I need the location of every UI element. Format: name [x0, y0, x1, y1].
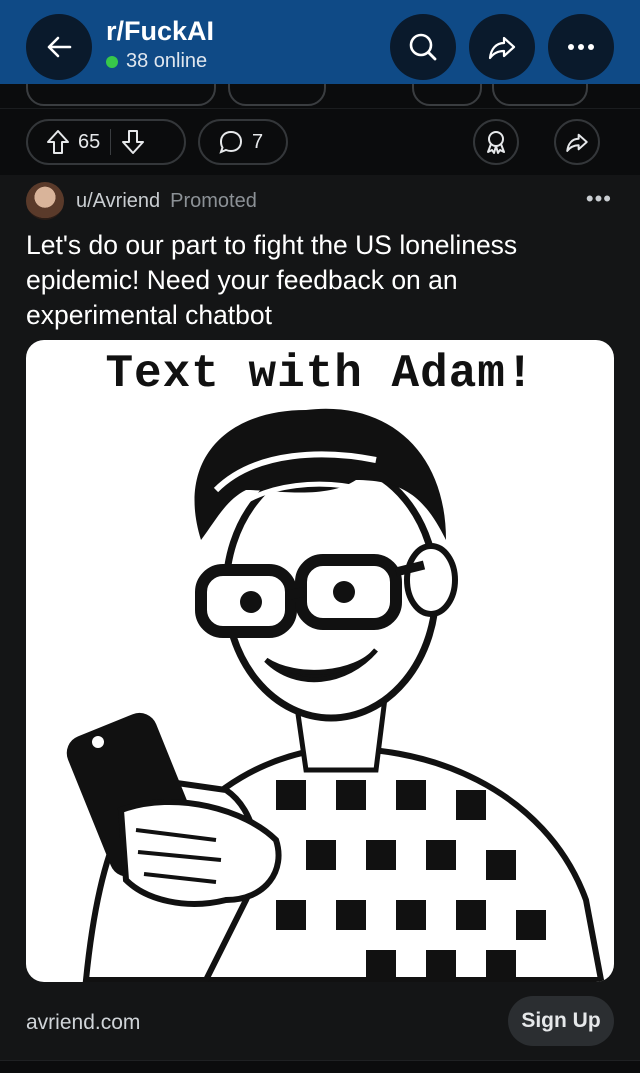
post-more-button[interactable]: •••	[586, 186, 612, 212]
comment-count: 7	[252, 130, 264, 153]
search-button[interactable]	[390, 14, 456, 80]
online-text: 38 online	[126, 50, 208, 72]
vote-pill: 65	[26, 119, 186, 165]
ghost-pill	[492, 84, 588, 106]
downvote-icon[interactable]	[121, 129, 145, 155]
username[interactable]: u/Avriend	[76, 190, 160, 213]
sign-up-button[interactable]: Sign Up	[508, 996, 614, 1046]
ghost-pill	[412, 84, 482, 106]
back-button[interactable]	[26, 14, 92, 80]
post-author-row: u/Avriend Promoted	[26, 182, 257, 220]
comment-icon	[219, 130, 243, 154]
share-icon	[488, 36, 516, 60]
top-bar	[0, 0, 640, 84]
upvote-count: 65	[78, 130, 101, 153]
more-icon	[568, 44, 594, 50]
post-action-bar: 65 7	[0, 108, 640, 176]
header-share-button[interactable]	[469, 14, 535, 80]
back-arrow-icon	[47, 36, 72, 58]
post-title[interactable]: Let's do our part to fight the US loneli…	[26, 228, 616, 333]
avatar[interactable]	[26, 182, 64, 220]
ghost-pill	[228, 84, 326, 106]
share-button[interactable]	[554, 119, 600, 165]
vote-divider	[110, 129, 112, 155]
post-image[interactable]: Text with Adam!	[26, 340, 614, 982]
online-dot	[106, 55, 118, 68]
comments-button[interactable]: 7	[198, 119, 288, 165]
upvote-icon[interactable]	[46, 129, 70, 155]
award-button[interactable]	[473, 119, 519, 165]
illustration-man-with-phone	[66, 408, 605, 982]
search-icon	[409, 33, 437, 61]
next-post-edge	[0, 1060, 640, 1073]
subreddit-title[interactable]: r/FuckAI	[106, 16, 214, 47]
ghost-pill	[26, 84, 216, 106]
award-icon	[487, 131, 505, 154]
share-icon	[566, 133, 588, 152]
online-count: 38 online	[106, 50, 207, 73]
promoted-tag: Promoted	[170, 189, 257, 212]
previous-post-actions	[0, 84, 640, 106]
header-more-button[interactable]	[548, 14, 614, 80]
ad-domain[interactable]: avriend.com	[26, 1011, 140, 1035]
